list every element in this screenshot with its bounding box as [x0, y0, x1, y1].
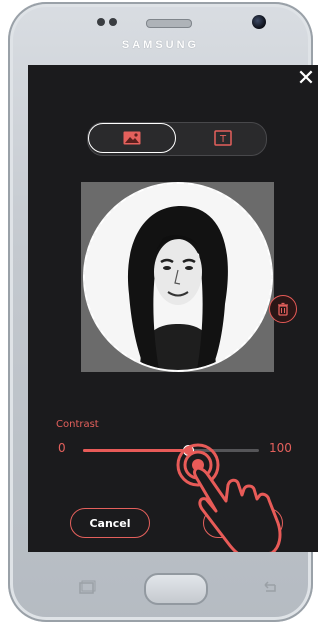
sensor-dot [109, 18, 117, 26]
slider-min-label: 0 [58, 441, 66, 455]
app-screen: ✕ T Contrast 0 100 Cancel Done [28, 65, 318, 552]
delete-button[interactable] [269, 295, 297, 323]
close-icon[interactable]: ✕ [294, 67, 318, 91]
contrast-slider-thumb[interactable] [183, 445, 195, 456]
image-icon [123, 131, 141, 145]
recent-apps-icon[interactable] [78, 580, 96, 596]
home-button[interactable] [144, 573, 208, 605]
done-button[interactable]: Done [203, 508, 283, 538]
sensor-dot [97, 18, 105, 26]
portrait-photo[interactable] [83, 182, 273, 372]
tab-text[interactable]: T [180, 123, 266, 153]
portrait-image [85, 184, 271, 370]
trash-icon [278, 302, 288, 316]
cancel-button[interactable]: Cancel [70, 508, 150, 538]
slider-max-label: 100 [269, 441, 292, 455]
photo-frame [81, 182, 274, 372]
back-icon[interactable] [260, 580, 278, 596]
tab-image[interactable] [88, 123, 176, 153]
brand-logo: SAMSUNG [121, 39, 200, 51]
front-camera [252, 15, 266, 29]
earpiece [146, 19, 192, 28]
slider-label: Contrast [56, 419, 99, 430]
text-icon: T [214, 130, 232, 146]
contrast-slider-fill [83, 449, 189, 452]
text-icon-glyph: T [219, 134, 227, 145]
mode-toggle: T [87, 122, 267, 156]
